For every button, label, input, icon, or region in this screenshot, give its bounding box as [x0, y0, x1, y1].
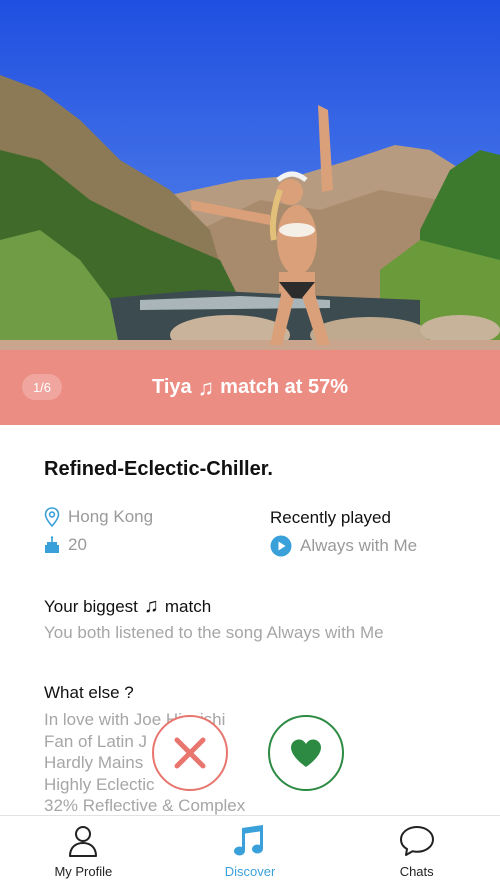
- tab-chats-label: Chats: [399, 864, 434, 879]
- bottom-tab-bar: My Profile Discover Chats: [0, 815, 500, 883]
- age-row: 20: [44, 535, 87, 555]
- music-note-icon: ♫: [143, 595, 159, 617]
- nope-button[interactable]: [152, 715, 228, 791]
- user-icon: [69, 826, 98, 857]
- biggest-match-text: You both listened to the song Always wit…: [44, 623, 384, 642]
- like-button[interactable]: [268, 715, 344, 791]
- tab-chats[interactable]: Chats: [333, 816, 500, 883]
- match-banner: Tiya ♫ match at 57%: [0, 350, 500, 425]
- photo-counter: 1/6: [22, 374, 62, 400]
- age-text: 20: [68, 535, 87, 554]
- music-note-icon: ♫: [197, 374, 215, 400]
- location-text: Hong Kong: [68, 507, 154, 526]
- location-pin-icon: [44, 507, 60, 527]
- recently-played-song-title: Always with Me: [300, 536, 418, 555]
- tab-my-profile-label: My Profile: [54, 864, 113, 879]
- match-percentage: match at 57%: [220, 376, 348, 398]
- what-else-title: What else ?: [44, 683, 134, 702]
- chat-bubble-icon: [399, 826, 434, 856]
- tab-discover[interactable]: Discover: [167, 816, 334, 883]
- location-row: Hong Kong: [44, 507, 153, 527]
- heart-icon: [291, 739, 321, 767]
- recently-played-song[interactable]: Always with Me: [270, 535, 417, 557]
- biggest-match-title-prefix: Your biggest: [44, 596, 138, 616]
- birthday-cake-icon: [45, 536, 59, 553]
- tab-discover-label: Discover: [224, 864, 276, 879]
- play-icon[interactable]: [270, 535, 292, 557]
- recently-played-title: Recently played: [270, 508, 391, 527]
- list-item: 32% Reflective & Complex: [44, 796, 246, 815]
- biggest-match-title: Your biggest ♫ match: [44, 595, 211, 618]
- match-name: Tiya: [151, 376, 192, 398]
- biggest-match-title-suffix: match: [164, 596, 212, 616]
- tab-my-profile[interactable]: My Profile: [0, 816, 167, 883]
- music-note-icon: [234, 825, 263, 856]
- profile-handle: Refined-Eclectic-Chiller.: [44, 458, 273, 480]
- x-icon: [174, 737, 206, 769]
- match-text: Tiya ♫ match at 57%: [152, 375, 348, 401]
